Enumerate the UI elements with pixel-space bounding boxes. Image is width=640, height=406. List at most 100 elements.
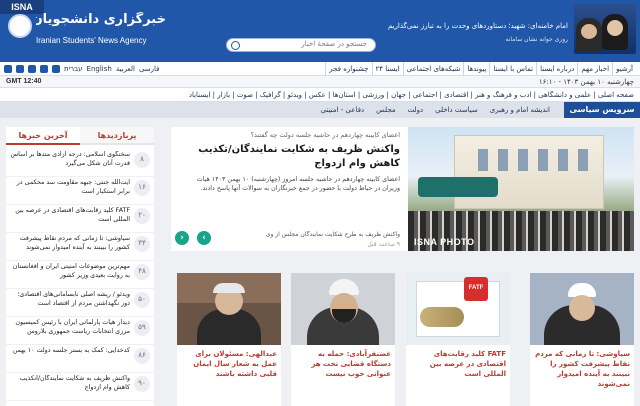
lang-arabic[interactable]: العربية: [116, 62, 135, 76]
service-tab[interactable]: دفاعی - امنیتی: [315, 102, 370, 118]
item-count: ۱۶: [134, 180, 150, 196]
item-count: ۹۰: [134, 376, 150, 392]
figure-face: [569, 295, 595, 321]
card-photo[interactable]: FATF: [406, 273, 510, 345]
news-card[interactable]: عبدالهی: مسئولان برای عمل به شعار سال ای…: [177, 273, 281, 406]
window: [538, 149, 548, 171]
isna-logo-icon[interactable]: [8, 14, 32, 38]
card-title[interactable]: FATF کلید رقابت‌های اقتصادی در عرصه بین …: [410, 349, 506, 379]
tab-popular[interactable]: پربازدیدها: [80, 127, 154, 145]
hero-story: ISNA PHOTO اعضای کابینه چهاردهم در حاشیه…: [171, 127, 634, 251]
search-input[interactable]: جستجو در صفحهٔ اخبار: [301, 40, 367, 48]
lang-english[interactable]: English: [87, 62, 112, 76]
item-title[interactable]: سیاوشی: تا زمانی که مردم نقاط پیشرفت کشو…: [10, 235, 130, 261]
item-title[interactable]: واکنش ظریف به شکایت نمایندگان/انکذیب کاه…: [10, 375, 130, 401]
top-nav-item[interactable]: پیوندها: [463, 62, 489, 76]
top-nav-item[interactable]: درباره ایسنا: [536, 62, 577, 76]
service-tab[interactable]: اندیشه امام و رهبری: [484, 102, 556, 118]
item-title[interactable]: FATF کلید رقابت‌های اقتصادی در عرصه بین …: [10, 207, 130, 233]
facebook-icon[interactable]: [52, 65, 60, 73]
category-nav-links[interactable]: صفحه اصلی | علمی و دانشگاهی | ادب و فرهن…: [189, 88, 634, 102]
leaders-portrait-image: [574, 4, 636, 54]
service-tab[interactable]: مجلس: [370, 102, 402, 118]
service-bar: سرویس سیاسی اندیشه امام و رهبری سیاست دا…: [0, 102, 640, 118]
news-card[interactable]: سیاوشی: تا زمانی که مردم نقاط پیشرفت کشو…: [530, 273, 634, 406]
pen-graphic: [420, 307, 464, 327]
portrait-face-left: [581, 24, 597, 39]
instagram-icon[interactable]: [28, 65, 36, 73]
hero-time: ۹ ساعت قبل: [367, 241, 400, 248]
top-nav-item[interactable]: اخبار مهم: [577, 62, 612, 76]
item-title[interactable]: مهم‌ترین موضوعات امنیتی ایران و افغانستا…: [10, 263, 130, 289]
list-item[interactable]: ۵۰ ویدئو / ریشه اصلی نابسامانی‌های اقتصا…: [6, 289, 154, 317]
portrait-face-right: [607, 20, 623, 36]
card-title[interactable]: سیاوشی: تا زمانی که مردم نقاط پیشرفت کشو…: [534, 349, 630, 389]
list-item[interactable]: ۵۹ دیدار هیأت پارلمانی ایران با رئیس کمی…: [6, 317, 154, 345]
service-tab[interactable]: دولت: [402, 102, 430, 118]
logo-persian-text[interactable]: خبرگزاری دانشجویان ایران، ایسنا: [36, 12, 166, 27]
list-item[interactable]: ۱۶ آیت‌الله جنتی: جبهه مقاومت سد محکمی د…: [6, 177, 154, 205]
category-nav: صفحه اصلی | علمی و دانشگاهی | ادب و فرهن…: [0, 88, 640, 102]
top-nav-items: آرشیو اخبار مهم درباره ایسنا تماس با ایس…: [325, 62, 636, 76]
tab-latest[interactable]: آخرین خبرها: [6, 127, 80, 145]
current-date: چهارشنبه ۱۰ بهمن ۱۴۰۳ - ۱۶:۱۰: [538, 78, 634, 86]
hero-photo[interactable]: ISNA PHOTO: [408, 127, 634, 251]
top-nav-item[interactable]: شبکه‌های اجتماعی: [402, 62, 464, 76]
lang-hebrew[interactable]: עברית: [64, 62, 83, 76]
item-title[interactable]: کدخدایی: کمک به بستر جلسه دولت ۱۰ بهمن: [10, 347, 130, 373]
list-item[interactable]: ۸ سخنگوی اسلامی: درجه آزادی متدها بر اسا…: [6, 149, 154, 177]
search-icon[interactable]: [231, 41, 240, 50]
lang-persian[interactable]: فارسی: [139, 62, 160, 76]
banner-quote: امام خامنه‌ای: شهید؛ دستاوردهای وحدت را …: [388, 22, 568, 30]
list-item[interactable]: ۴۸ مهم‌ترین موضوعات امنیتی ایران و افغان…: [6, 261, 154, 289]
hero-title[interactable]: واکنش ظریف به شکایت نمایندگان/تکذیب کاهش…: [178, 143, 400, 171]
item-count: ۴۴: [134, 236, 150, 252]
news-sidebar: پربازدیدها آخرین خبرها ۸ سخنگوی اسلامی: …: [6, 127, 154, 406]
fatf-badge-text: FATF: [468, 285, 484, 291]
card-title[interactable]: غضنفرآبادی: حمله به دستگاه قضایی تحت هر …: [295, 349, 391, 379]
search-box[interactable]: جستجو در صفحهٔ اخبار: [226, 38, 376, 52]
item-title[interactable]: آیت‌الله جنتی: جبهه مقاومت سد محکمی در ب…: [10, 179, 130, 205]
list-item[interactable]: ۴۴ سیاوشی: تا زمانی که مردم نقاط پیشرفت …: [6, 233, 154, 261]
hero-lead: اعضای کابینه چهاردهم در حاشیه جلسه امروز…: [196, 176, 400, 192]
telegram-icon[interactable]: [16, 65, 24, 73]
item-count: ۲۰: [134, 208, 150, 224]
service-tab[interactable]: سیاست داخلی: [429, 102, 484, 118]
twitter-icon[interactable]: [40, 65, 48, 73]
window: [498, 149, 508, 171]
top-nav-item[interactable]: تماس با ایسنا: [489, 62, 536, 76]
item-count: ۸۶: [134, 348, 150, 364]
gmt-time: GMT 12:40: [6, 78, 42, 85]
top-nav-item[interactable]: آرشیو: [612, 62, 636, 76]
item-title[interactable]: سخنگوی اسلامی: درجه آزادی متدها بر اساس …: [10, 151, 131, 177]
slider-next-button[interactable]: ›: [197, 231, 211, 245]
service-label[interactable]: سرویس سیاسی: [564, 102, 640, 118]
top-nav-item[interactable]: چشنواره فجر: [325, 62, 371, 76]
window: [578, 149, 588, 171]
list-item[interactable]: ۹۰ واکنش ظریف به شکایت نمایندگان/انکذیب …: [6, 373, 154, 401]
item-title[interactable]: ویدئو / ریشه اصلی نابسامانی‌های اقتصادی؛…: [10, 291, 130, 317]
site-header: ISNA خبرگزاری دانشجویان ایران، ایسنا Ira…: [0, 0, 640, 62]
news-card[interactable]: FATF FATF کلید رقابت‌های اقتصادی در عرصه…: [406, 273, 510, 406]
window: [478, 149, 488, 171]
item-title[interactable]: دیدار هیأت پارلمانی ایران با رئیس کمیسیو…: [10, 319, 130, 345]
top-nav-item[interactable]: ایسنا ۲۴: [371, 62, 403, 76]
header-banner[interactable]: امام خامنه‌ای: شهید؛ دستاوردهای وحدت را …: [380, 4, 640, 56]
logo-english-text[interactable]: Iranian Students' News Agency: [36, 36, 166, 45]
list-item[interactable]: ۸۶ کدخدایی: کمک به بستر جلسه دولت ۱۰ بهم…: [6, 345, 154, 373]
hero-related-link[interactable]: واکنش ظریف به طرح شکایت نمایندگان مجلس ا…: [240, 231, 400, 238]
window: [558, 149, 568, 171]
photo-watermark: ISNA PHOTO: [414, 237, 475, 247]
item-count: ۸: [134, 152, 150, 168]
language-and-social: עברית English العربية فارسی: [4, 62, 160, 76]
rss-icon[interactable]: [4, 65, 12, 73]
card-photo[interactable]: [291, 273, 395, 345]
card-photo[interactable]: [530, 273, 634, 345]
list-item[interactable]: ۲۰ FATF کلید رقابت‌های اقتصادی در عرصه ب…: [6, 205, 154, 233]
card-photo[interactable]: [177, 273, 281, 345]
card-title[interactable]: عبدالهی: مسئولان برای عمل به شعار سال ای…: [181, 349, 277, 379]
service-tabs: اندیشه امام و رهبری سیاست داخلی دولت مجل…: [315, 102, 556, 118]
news-card[interactable]: غضنفرآبادی: حمله به دستگاه قضایی تحت هر …: [291, 273, 395, 406]
hero-kicker: اعضای کابینه چهاردهم در حاشیه جلسه دولت …: [250, 131, 400, 139]
slider-prev-button[interactable]: ‹: [175, 231, 189, 245]
